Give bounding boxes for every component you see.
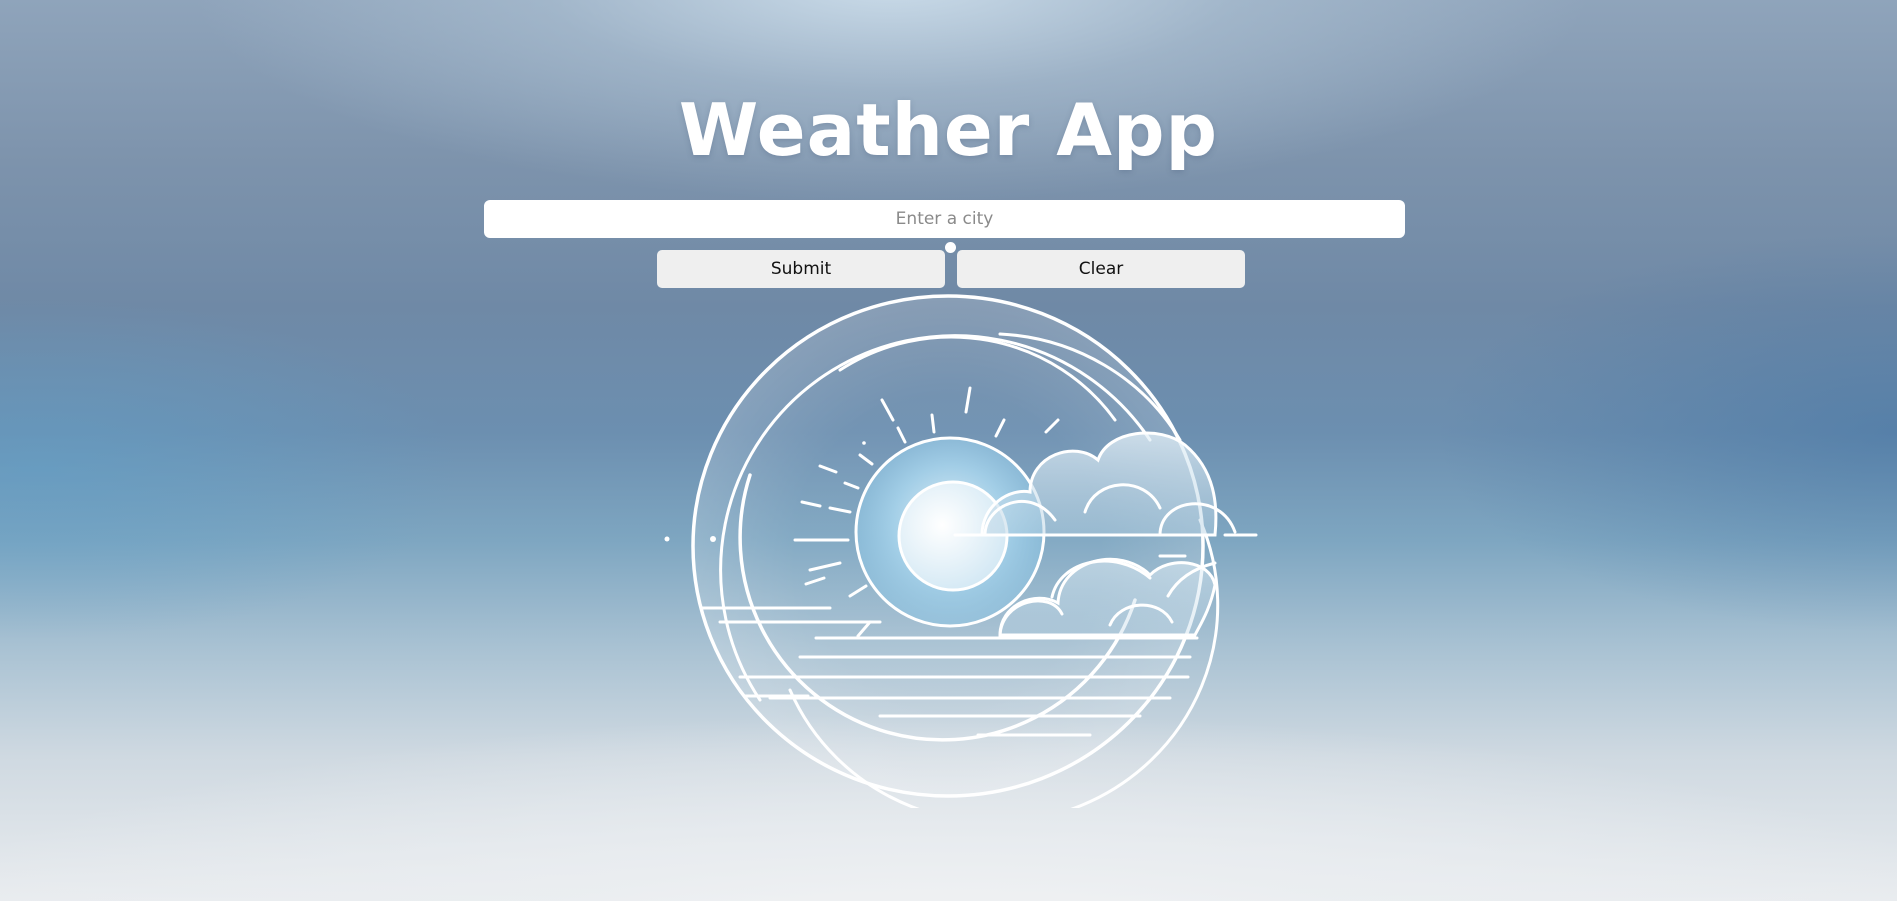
- clear-button[interactable]: Clear: [957, 250, 1245, 288]
- city-search-input[interactable]: [484, 200, 1405, 238]
- page-title: Weather App: [678, 88, 1219, 172]
- dot-indicator-icon: [945, 242, 956, 253]
- sun-cloud-illustration-icon: [664, 294, 1258, 808]
- submit-button[interactable]: Submit: [657, 250, 945, 288]
